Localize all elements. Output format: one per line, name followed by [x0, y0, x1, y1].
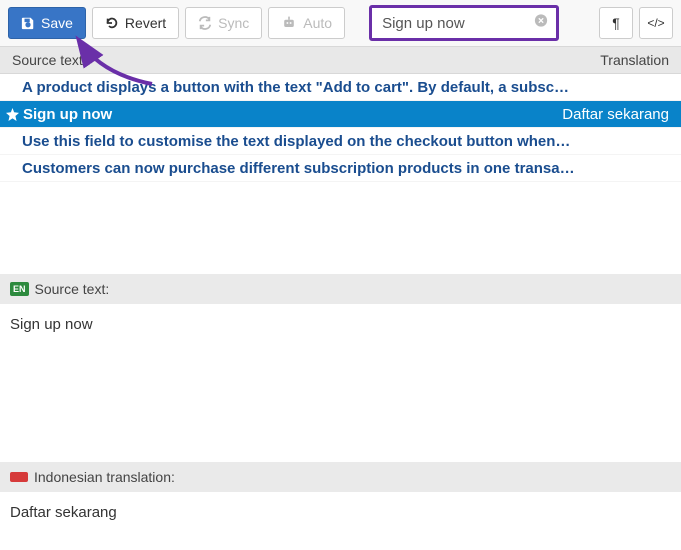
revert-icon [105, 16, 119, 30]
col-source-label: Source text [12, 52, 83, 68]
translation-pane-label: Indonesian translation: [34, 469, 175, 485]
sync-icon [198, 16, 212, 30]
revert-label: Revert [125, 15, 166, 31]
save-icon [21, 16, 35, 30]
table-row[interactable]: Customers can now purchase different sub… [0, 155, 681, 182]
row-source: Sign up now [23, 106, 112, 123]
row-source: Use this field to customise the text dis… [22, 133, 570, 150]
clear-search-icon[interactable] [534, 14, 548, 33]
code-button[interactable]: </> [639, 7, 673, 39]
save-button[interactable]: Save [8, 7, 86, 39]
source-text-value: Sign up now [0, 304, 681, 462]
en-badge: EN [10, 282, 29, 296]
col-translation-label: Translation [600, 52, 669, 68]
table-row[interactable]: Sign up now Daftar sekarang [0, 101, 681, 128]
row-translation: Daftar sekarang [562, 106, 669, 123]
auto-button[interactable]: Auto [268, 7, 345, 39]
row-source: A product displays a button with the tex… [22, 79, 569, 96]
id-flag-icon [10, 472, 28, 482]
pilcrow-button[interactable]: ¶ [599, 7, 633, 39]
star-icon [6, 108, 19, 121]
code-icon: </> [647, 16, 664, 30]
save-label: Save [41, 15, 73, 31]
table-row[interactable]: Use this field to customise the text dis… [0, 128, 681, 155]
source-pane-label: Source text: [35, 281, 110, 297]
sync-button[interactable]: Sync [185, 7, 262, 39]
row-source: Customers can now purchase different sub… [22, 160, 575, 177]
revert-button[interactable]: Revert [92, 7, 179, 39]
robot-icon [281, 16, 297, 30]
strings-list: A product displays a button with the tex… [0, 74, 681, 182]
translation-input[interactable]: Daftar sekarang [0, 492, 681, 532]
table-row[interactable]: A product displays a button with the tex… [0, 74, 681, 101]
translation-pane-header: Indonesian translation: [0, 462, 681, 492]
pilcrow-icon: ¶ [612, 15, 620, 31]
auto-label: Auto [303, 15, 332, 31]
empty-area [0, 182, 681, 274]
column-header: Source text Translation [0, 46, 681, 74]
search-input[interactable] [372, 8, 556, 38]
sync-label: Sync [218, 15, 249, 31]
search-field-highlight [369, 5, 559, 41]
toolbar: Save Revert Sync Auto ¶ </> [0, 0, 681, 46]
source-pane-header: EN Source text: [0, 274, 681, 304]
